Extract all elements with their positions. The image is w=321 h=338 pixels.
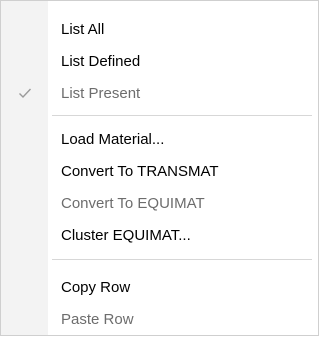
- menu-item-convert-to-transmat[interactable]: Convert To TRANSMAT: [1, 155, 318, 187]
- context-menu: List All List Defined List Present Load …: [0, 0, 319, 336]
- menu-item-label: Load Material...: [61, 130, 165, 148]
- menu-item-label: Cluster EQUIMAT...: [61, 226, 191, 244]
- menu-item-label: List Present: [61, 84, 141, 102]
- menu-item-load-material[interactable]: Load Material...: [1, 123, 318, 155]
- menu-item-label: Copy Row: [61, 278, 131, 296]
- checkmark-icon: [1, 77, 48, 109]
- menu-separator: [52, 259, 312, 260]
- menu-item-label: Paste Row: [61, 310, 134, 328]
- menu-item-copy-row[interactable]: Copy Row: [1, 271, 318, 303]
- menu-item-cluster-equimat[interactable]: Cluster EQUIMAT...: [1, 219, 318, 251]
- menu-item-list-all[interactable]: List All: [1, 13, 318, 45]
- menu-item-label: Convert To EQUIMAT: [61, 194, 205, 212]
- menu-item-convert-to-equimat[interactable]: Convert To EQUIMAT: [1, 187, 318, 219]
- menu-item-label: List All: [61, 20, 105, 38]
- menu-separator: [52, 115, 312, 116]
- menu-item-label: Convert To TRANSMAT: [61, 162, 219, 180]
- menu-item-list-defined[interactable]: List Defined: [1, 45, 318, 77]
- menu-item-list-present[interactable]: List Present: [1, 77, 318, 109]
- menu-item-label: List Defined: [61, 52, 141, 70]
- menu-item-paste-row[interactable]: Paste Row: [1, 303, 318, 335]
